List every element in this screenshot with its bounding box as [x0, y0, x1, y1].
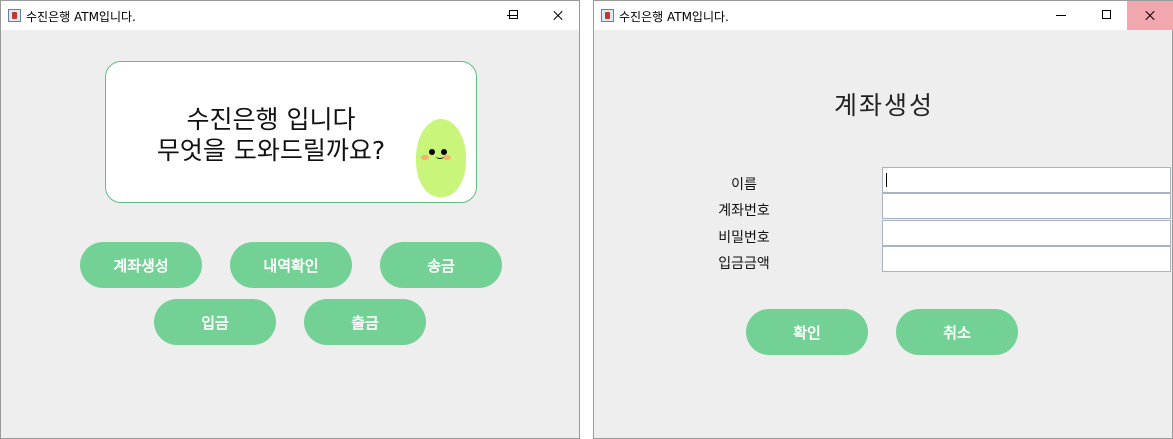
window-title: 수진은행 ATM입니다.: [619, 10, 729, 24]
java-app-icon: [8, 9, 21, 22]
create-account-window: 수진은행 ATM입니다. 계좌생성 이름 계좌번호 비밀번호 입금금액 확인 취…: [593, 0, 1173, 439]
mascot-right-cheek: [443, 155, 451, 160]
password-field[interactable]: [882, 220, 1171, 246]
deposit-amount-label: 입금금액: [718, 256, 770, 272]
page-title: 계좌생성: [833, 91, 934, 120]
name-field[interactable]: [882, 167, 1171, 193]
withdraw-button[interactable]: 출금: [304, 299, 426, 345]
main-menu-window: 수진은행 ATM입니다. 수진은행 입니다 무엇을 도와드릴까요? 계좌생성 내…: [0, 0, 580, 439]
mascot-left-eye: [429, 149, 435, 155]
deposit-button[interactable]: 입금: [154, 299, 276, 345]
name-label: 이름: [731, 177, 757, 193]
account-number-field[interactable]: [882, 193, 1171, 219]
mascot-left-cheek: [421, 155, 429, 160]
mascot-character: [416, 119, 466, 197]
deposit-amount-field[interactable]: [882, 246, 1171, 272]
greeting-box: 수진은행 입니다 무엇을 도와드릴까요?: [105, 61, 477, 203]
window-title: 수진은행 ATM입니다.: [26, 10, 136, 24]
password-label: 비밀번호: [718, 230, 770, 246]
confirm-button[interactable]: 확인: [746, 309, 868, 355]
title-bar[interactable]: 수진은행 ATM입니다.: [1, 1, 579, 30]
text-caret: [886, 173, 887, 187]
maximize-icon[interactable]: [491, 1, 537, 30]
minimize-icon[interactable]: [1038, 1, 1084, 30]
history-button[interactable]: 내역확인: [230, 242, 352, 288]
close-icon[interactable]: [535, 1, 581, 30]
create-account-button[interactable]: 계좌생성: [80, 242, 202, 288]
greeting-line-2: 무엇을 도와드릴까요?: [156, 136, 386, 165]
account-number-label: 계좌번호: [718, 203, 770, 219]
cancel-button[interactable]: 취소: [896, 309, 1018, 355]
title-bar[interactable]: 수진은행 ATM입니다.: [594, 1, 1173, 30]
mascot-mouth: [436, 154, 444, 159]
maximize-icon[interactable]: [1084, 1, 1130, 30]
java-app-icon: [601, 9, 614, 22]
transfer-button[interactable]: 송금: [380, 242, 502, 288]
close-icon[interactable]: [1127, 1, 1173, 30]
